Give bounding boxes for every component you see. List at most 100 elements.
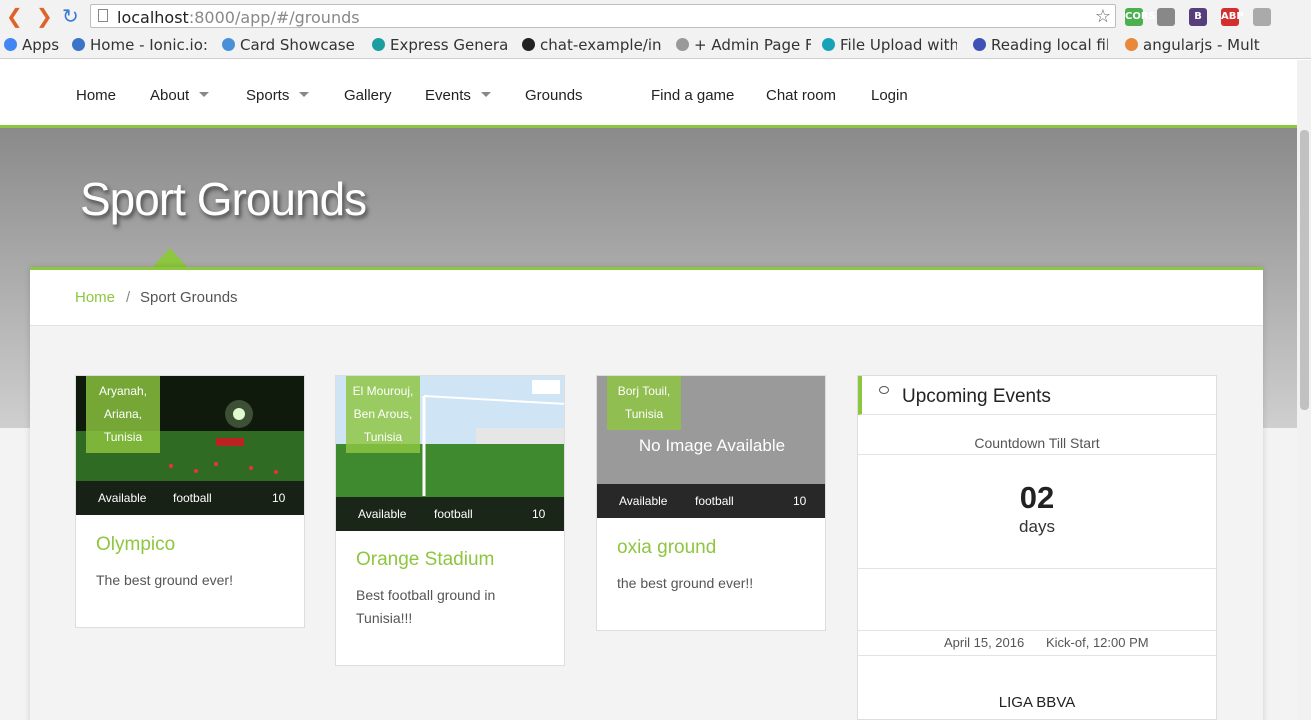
- no-image-text: No Image Available: [638, 436, 786, 455]
- breadcrumb: Home / Sport Grounds: [30, 270, 1263, 326]
- extension-icon[interactable]: CORS: [1125, 8, 1156, 26]
- chevron-down-icon: [199, 92, 210, 97]
- main-navbar: Home About Sports Gallery Events Grounds Find …: [0, 60, 1297, 128]
- ground-image: El Mourouj, Ben Arous, Tunisia Available f…: [336, 376, 564, 531]
- breadcrumb-home-link[interactable]: Home: [75, 289, 115, 306]
- status-text: Available: [98, 491, 147, 505]
- bookmark-label: Home - Ionic.io: t: [90, 36, 207, 54]
- ground-image: Aryanah, Ariana, Tunisia Available footbal…: [76, 376, 304, 515]
- upcoming-events-widget: Upcoming Events Countdown Till Start 02 …: [857, 375, 1217, 720]
- chevron-down-icon: [299, 92, 310, 97]
- breadcrumb-current: Sport Grounds: [140, 289, 238, 306]
- sport-text: football: [434, 507, 473, 521]
- url-text[interactable]: localhost:8000/app/#/grounds: [117, 8, 360, 27]
- extension-icon[interactable]: [1157, 8, 1175, 26]
- countdown-row: 02 days: [858, 455, 1216, 569]
- scrollbar-thumb[interactable]: [1300, 130, 1309, 410]
- page-icon: [98, 9, 108, 22]
- nav-item-label: Find a game: [651, 87, 735, 104]
- capacity-text: 10: [272, 491, 286, 505]
- nav-item-label: Login: [871, 87, 908, 104]
- bookmark-label: Card Showcase -: [240, 36, 357, 54]
- bookmark-item[interactable]: File Upload with: [822, 36, 957, 54]
- ground-stats: Available football 10: [597, 484, 825, 518]
- nav-item-login[interactable]: Login: [871, 87, 908, 104]
- bookmarks-bar: Apps Home - Ionic.io: t Card Showcase - Ex…: [0, 34, 1311, 59]
- bookmark-icon: [822, 38, 835, 51]
- ground-card[interactable]: Aryanah, Ariana, Tunisia Available footbal…: [75, 375, 305, 628]
- bookmark-item[interactable]: Apps: [4, 36, 59, 54]
- bookmark-label: Express Generato: [390, 36, 507, 54]
- status-text: Available: [619, 494, 668, 508]
- status-text: Available: [358, 507, 407, 521]
- ground-name-link[interactable]: oxia ground: [617, 537, 716, 559]
- ground-location: El Mourouj, Ben Arous, Tunisia: [346, 376, 420, 453]
- nav-item-about[interactable]: About: [150, 87, 210, 104]
- event-date: April 15, 2016: [944, 635, 1025, 650]
- event-spacer: [858, 569, 1216, 631]
- browser-toolbar: ❮ ❯ ↻ localhost:8000/app/#/grounds ☆ COR…: [0, 0, 1311, 34]
- nav-item-label: Chat room: [766, 87, 837, 104]
- sport-text: football: [695, 494, 734, 508]
- capacity-text: 10: [532, 507, 546, 521]
- back-icon[interactable]: ❮: [6, 6, 23, 26]
- nav-item-home[interactable]: Home: [76, 87, 116, 104]
- bookmark-label: angularjs - Multip: [1143, 36, 1260, 54]
- address-bar[interactable]: localhost:8000/app/#/grounds ☆: [90, 4, 1116, 28]
- bookmark-label: Reading local file: [991, 36, 1108, 54]
- page-viewport: Home About Sports Gallery Events Grounds Find …: [0, 60, 1297, 720]
- bookmark-item[interactable]: Reading local file: [973, 36, 1108, 54]
- page-scrollbar[interactable]: [1297, 60, 1311, 720]
- bookmark-item[interactable]: Express Generato: [372, 36, 507, 54]
- ground-card[interactable]: El Mourouj, Ben Arous, Tunisia Available f…: [335, 375, 565, 666]
- reload-icon[interactable]: ↻: [62, 6, 79, 26]
- nav-item-label: About: [150, 87, 190, 104]
- bookmark-label: Apps: [22, 36, 60, 54]
- events-header: Upcoming Events: [858, 376, 1216, 415]
- ground-stats: Available football 10: [76, 481, 304, 515]
- ground-name-link[interactable]: Olympico: [96, 534, 175, 556]
- nav-item-find-a-game[interactable]: Find a game: [651, 87, 734, 104]
- event-meta-row: April 15, 2016 Kick-of, 12:00 PM: [858, 631, 1216, 656]
- bookmark-icon: [222, 38, 235, 51]
- nav-item-events[interactable]: Events: [425, 87, 491, 104]
- bookmark-item[interactable]: angularjs - Multip: [1125, 36, 1260, 54]
- ground-location: Borj Touil, Tunisia: [607, 376, 681, 430]
- forward-icon[interactable]: ❯: [36, 6, 53, 26]
- nav-item-chat-room[interactable]: Chat room: [766, 87, 836, 104]
- bookmark-label: File Upload with: [840, 36, 957, 54]
- bookmark-star-icon[interactable]: ☆: [1095, 6, 1111, 27]
- ground-card[interactable]: No Image Available Borj Touil, Tunisia Av…: [596, 375, 826, 631]
- event-kickoff: Kick-of, 12:00 PM: [1046, 635, 1149, 650]
- extension-icon[interactable]: [1253, 8, 1271, 26]
- bookmark-icon: [522, 38, 535, 51]
- page-title: Sport Grounds: [80, 173, 367, 225]
- bookmark-label: + Admin Page Fin: [694, 36, 811, 54]
- bookmark-item[interactable]: + Admin Page Fin: [676, 36, 811, 54]
- ground-location: Aryanah, Ariana, Tunisia: [86, 376, 160, 453]
- countdown-unit: days: [1019, 517, 1055, 536]
- nav-item-label: Gallery: [344, 87, 392, 104]
- ground-name-link[interactable]: Orange Stadium: [356, 549, 494, 571]
- nav-item-label: Grounds: [525, 87, 583, 104]
- extension-icon[interactable]: B: [1189, 8, 1207, 26]
- events-title: Upcoming Events: [902, 386, 1051, 407]
- event-name[interactable]: LIGA BBVA: [858, 694, 1216, 711]
- bookmark-item[interactable]: Home - Ionic.io: t: [72, 36, 207, 54]
- breadcrumb-separator: /: [126, 289, 131, 306]
- bookmark-label: chat-example/inc: [540, 36, 662, 54]
- ground-description: Best football ground in Tunisia!!!: [356, 587, 496, 626]
- nav-item-grounds[interactable]: Grounds: [525, 87, 583, 104]
- nav-item-label: Home: [76, 87, 117, 104]
- bookmark-icon: [676, 38, 689, 51]
- nav-item-gallery[interactable]: Gallery: [344, 87, 392, 104]
- bookmark-item[interactable]: Card Showcase -: [222, 36, 357, 54]
- ground-stats: Available football 10: [336, 497, 564, 531]
- nav-item-sports[interactable]: Sports: [246, 87, 310, 104]
- bookmark-icon: [4, 38, 17, 51]
- bookmark-item[interactable]: chat-example/inc: [522, 36, 662, 54]
- countdown-label-row: Countdown Till Start: [858, 416, 1216, 455]
- extension-icon[interactable]: ABP: [1221, 8, 1244, 26]
- bookmark-icon: [1125, 38, 1138, 51]
- capacity-text: 10: [793, 494, 807, 508]
